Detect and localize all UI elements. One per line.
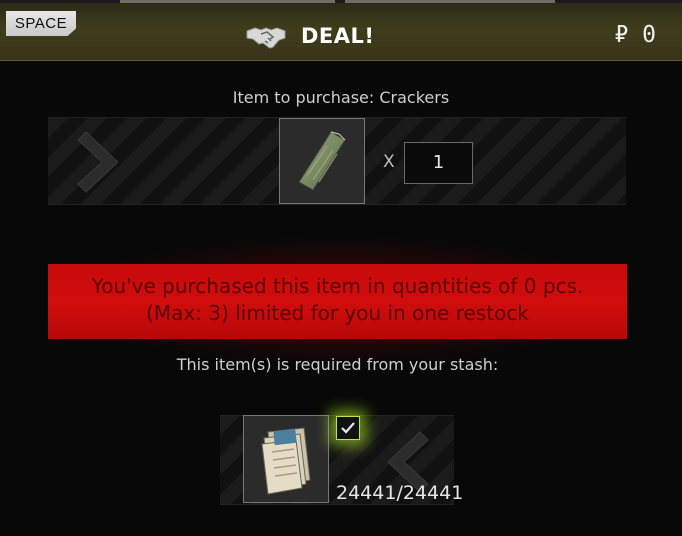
roubles-icon — [261, 427, 311, 495]
warning-line-2: (Max: 3) limited for you in one restock — [146, 301, 529, 325]
deal-title-group[interactable]: DEAL! — [245, 21, 375, 51]
chevron-right-icon[interactable] — [74, 122, 134, 202]
purchase-item-slot[interactable] — [279, 118, 365, 204]
quantity-input[interactable]: 1 — [404, 142, 473, 184]
purchase-label: Item to purchase: Crackers — [232, 88, 450, 107]
requirement-item-slot[interactable] — [243, 415, 329, 503]
quantity-multiplier: X — [383, 152, 395, 172]
requirement-checkbox[interactable] — [336, 416, 360, 440]
requirement-count: 24441/24441 — [336, 482, 464, 504]
restock-limit-warning: You've purchased this item in quantities… — [48, 264, 627, 339]
warning-line-1: You've purchased this item in quantities… — [91, 274, 584, 298]
space-hotkey-badge: SPACE — [6, 11, 76, 36]
handshake-icon — [246, 27, 286, 49]
deal-price: ₽ 0 — [614, 22, 656, 48]
checkmark-icon — [341, 422, 355, 434]
deal-header: SPACE DEAL! ₽ 0 — [0, 3, 682, 61]
deal-window: SPACE DEAL! ₽ 0 Item to purchase: Cracke… — [0, 0, 682, 536]
crackers-icon — [298, 131, 346, 191]
deal-title: DEAL! — [301, 24, 375, 48]
requirements-label: This item(s) is required from your stash… — [176, 355, 499, 374]
